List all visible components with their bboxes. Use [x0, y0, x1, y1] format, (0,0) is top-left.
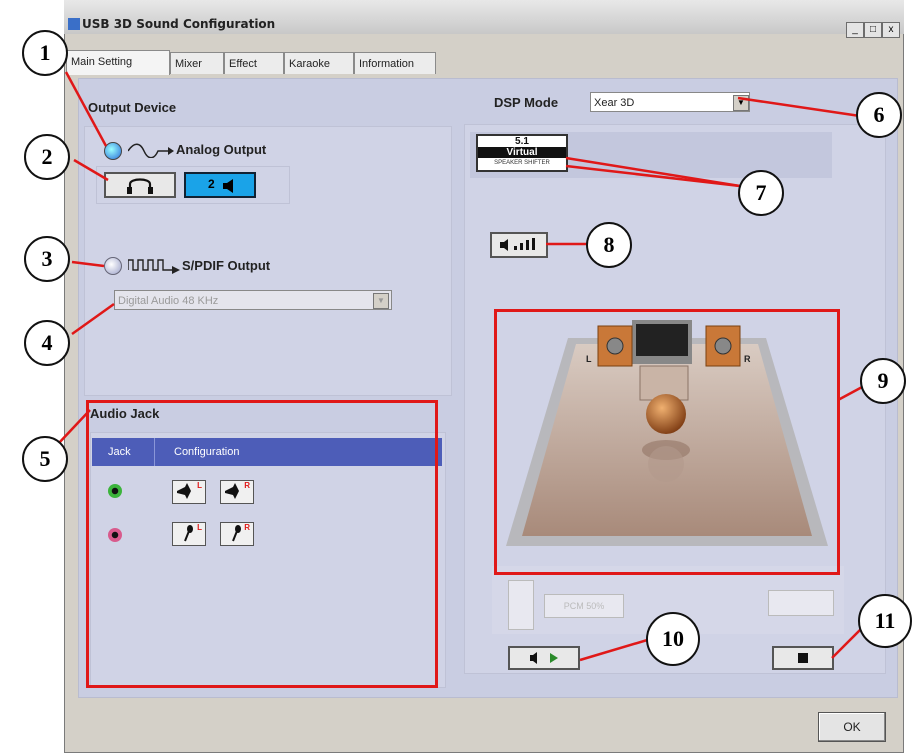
callout-7: 7 [738, 170, 784, 216]
callout-9: 9 [860, 358, 906, 404]
callout-1: 1 [22, 30, 68, 76]
callout-6: 6 [856, 92, 902, 138]
annotation-lines [57, 71, 865, 662]
callout-5: 5 [22, 436, 68, 482]
callout-2: 2 [24, 134, 70, 180]
callout-4: 4 [24, 320, 70, 366]
callout-8: 8 [586, 222, 632, 268]
callout-11: 11 [858, 594, 912, 648]
callout-10: 10 [646, 612, 700, 666]
callout-3: 3 [24, 236, 70, 282]
